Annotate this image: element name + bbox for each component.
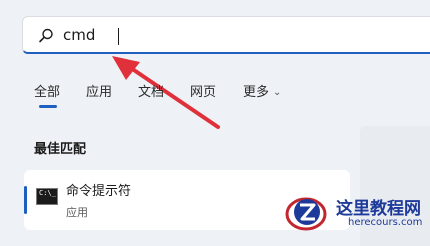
search-input[interactable] — [63, 24, 363, 46]
text-caret — [118, 28, 119, 45]
cmd-icon: C:\_ — [36, 188, 58, 205]
result-name: 命令提示符 — [66, 184, 132, 199]
watermark: 这里教程网 herecours.com — [278, 188, 430, 238]
watermark-logo-icon — [285, 197, 327, 231]
tab-label: 应用 — [86, 85, 113, 100]
tab-documents[interactable]: 文档 — [138, 81, 164, 100]
watermark-url: herecours.com — [348, 217, 423, 228]
best-match-heading: 最佳匹配 — [34, 142, 87, 157]
search-icon — [39, 28, 53, 43]
tab-label: 全部 — [34, 85, 61, 100]
tab-all[interactable]: 全部 — [34, 81, 61, 108]
watermark-title: 这里教程网 — [336, 199, 421, 219]
tab-apps[interactable]: 应用 — [86, 81, 112, 100]
tab-label: 文档 — [138, 85, 165, 100]
tab-web[interactable]: 网页 — [190, 81, 216, 100]
tab-more[interactable]: 更多 ⌄ — [243, 81, 281, 100]
chevron-down-icon: ⌄ — [273, 87, 282, 98]
result-type: 应用 — [66, 206, 88, 219]
search-box[interactable] — [22, 16, 430, 54]
tab-label: 网页 — [190, 85, 217, 100]
selection-indicator — [24, 186, 27, 214]
active-tab-indicator — [39, 105, 57, 108]
tab-label: 更多 — [243, 85, 270, 100]
